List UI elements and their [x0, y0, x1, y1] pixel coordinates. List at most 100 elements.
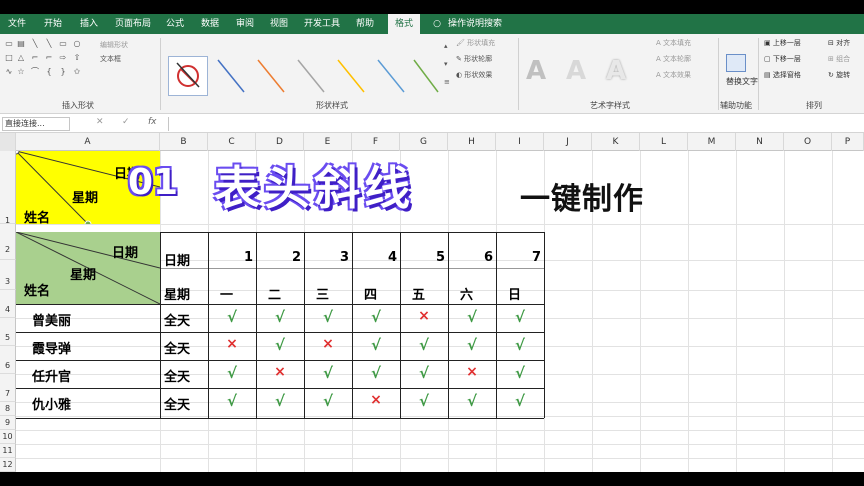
check-mark[interactable]: √: [496, 336, 544, 354]
shape-outline-button[interactable]: ✎ 形状轮廓: [456, 54, 492, 64]
edit-shape-button[interactable]: 编辑形状: [100, 40, 128, 50]
brace-shape-icon[interactable]: }: [58, 68, 68, 76]
row-header[interactable]: 6: [0, 346, 16, 374]
tab-home[interactable]: 开始: [38, 14, 68, 34]
cell-week-label[interactable]: 星期: [164, 284, 190, 303]
check-mark[interactable]: √: [400, 364, 448, 382]
line-shape-icon[interactable]: ╲: [30, 40, 40, 48]
tab-page-layout[interactable]: 页面布局: [108, 14, 158, 34]
cell-weekday[interactable]: 四: [364, 284, 377, 303]
check-mark[interactable]: √: [496, 308, 544, 326]
cell-day[interactable]: 3: [340, 250, 349, 265]
check-mark[interactable]: √: [400, 392, 448, 410]
tab-formulas[interactable]: 公式: [160, 14, 190, 34]
row-header[interactable]: 3: [0, 260, 16, 290]
cross-mark[interactable]: ×: [208, 336, 256, 352]
check-mark[interactable]: √: [448, 336, 496, 354]
row-header[interactable]: 7: [0, 374, 16, 402]
check-mark[interactable]: √: [448, 308, 496, 326]
row-header[interactable]: 5: [0, 318, 16, 346]
selection-pane-button[interactable]: ▤ 选择窗格: [764, 70, 801, 80]
rectangle-shape-icon[interactable]: ▭: [4, 40, 14, 48]
arrow-shape-icon[interactable]: ⇨: [58, 54, 68, 62]
rect-shape-icon[interactable]: ▭: [58, 40, 68, 48]
column-header[interactable]: G: [400, 133, 448, 151]
column-header[interactable]: K: [592, 133, 640, 151]
cell-day[interactable]: 1: [244, 250, 253, 265]
column-header[interactable]: L: [640, 133, 688, 151]
cell-weekday[interactable]: 二: [268, 284, 281, 303]
check-mark[interactable]: √: [256, 308, 304, 326]
column-header[interactable]: D: [256, 133, 304, 151]
shape-style-selected[interactable]: [168, 56, 208, 96]
text-outline-button[interactable]: A 文本轮廓: [656, 54, 691, 64]
cell-weekday[interactable]: 一: [220, 284, 233, 303]
bring-forward-button[interactable]: ▣ 上移一层: [764, 38, 801, 48]
row-header[interactable]: 10: [0, 430, 16, 444]
arc-shape-icon[interactable]: ⌒: [30, 68, 40, 76]
star-shape-icon[interactable]: ☆: [16, 68, 26, 76]
cell-shift-type[interactable]: 全天: [164, 310, 190, 329]
check-mark[interactable]: √: [496, 364, 544, 382]
tell-me-search[interactable]: 操作说明搜索: [448, 14, 518, 34]
line-shape-icon[interactable]: ╲: [44, 40, 54, 48]
select-all-corner[interactable]: [0, 133, 16, 151]
tab-format[interactable]: 格式: [388, 14, 420, 34]
row-header[interactable]: 11: [0, 444, 16, 458]
text-fill-button[interactable]: A 文本填充: [656, 38, 691, 48]
wordart-style-3[interactable]: A: [606, 56, 626, 86]
row-header[interactable]: 1: [0, 151, 16, 225]
cell-weekday[interactable]: 五: [412, 284, 425, 303]
cross-mark[interactable]: ×: [256, 364, 304, 380]
check-mark[interactable]: √: [304, 392, 352, 410]
rotate-button[interactable]: ↻ 旋转: [828, 70, 850, 80]
tab-file[interactable]: 文件: [2, 14, 32, 34]
column-header[interactable]: F: [352, 133, 400, 151]
insert-function-icon[interactable]: fx: [148, 117, 157, 127]
rect-shape-icon[interactable]: □: [4, 54, 14, 62]
row-header[interactable]: 2: [0, 224, 16, 260]
check-mark[interactable]: √: [304, 364, 352, 382]
text-effects-button[interactable]: A 文本效果: [656, 70, 691, 80]
curve-shape-icon[interactable]: ∿: [4, 68, 14, 76]
column-header[interactable]: M: [688, 133, 736, 151]
formula-input[interactable]: [168, 117, 862, 131]
check-mark[interactable]: √: [208, 364, 256, 382]
cross-mark[interactable]: ×: [304, 336, 352, 352]
cell-weekday[interactable]: 三: [316, 284, 329, 303]
text-box-button[interactable]: 文本框: [100, 54, 121, 64]
cell-shift-type[interactable]: 全天: [164, 366, 190, 385]
cancel-icon[interactable]: ✕: [96, 117, 104, 127]
shape-fill-button[interactable]: 🖌 形状填充: [456, 38, 495, 48]
cell-person-name[interactable]: 仇小雅: [16, 394, 146, 413]
cell-day[interactable]: 2: [292, 250, 301, 265]
cross-mark[interactable]: ×: [448, 364, 496, 380]
gallery-scroll-icon[interactable]: ▴: [444, 42, 448, 50]
gallery-more-icon[interactable]: ≡: [444, 78, 450, 86]
cell-day[interactable]: 6: [484, 250, 493, 265]
align-button[interactable]: ⊟ 对齐: [828, 38, 850, 48]
cross-mark[interactable]: ×: [352, 392, 400, 408]
ellipse-shape-icon[interactable]: ○: [72, 40, 82, 48]
triangle-shape-icon[interactable]: △: [16, 54, 26, 62]
row-header[interactable]: 12: [0, 458, 16, 472]
cell-shift-type[interactable]: 全天: [164, 338, 190, 357]
column-header[interactable]: A: [16, 133, 160, 151]
row-header[interactable]: 8: [0, 402, 16, 416]
line-shape-icon[interactable]: ⌐: [30, 54, 40, 62]
row-header[interactable]: 4: [0, 290, 16, 318]
group-button[interactable]: ⊞ 组合: [828, 54, 850, 64]
column-header[interactable]: J: [544, 133, 592, 151]
column-header[interactable]: H: [448, 133, 496, 151]
tab-review[interactable]: 审阅: [230, 14, 260, 34]
tab-data[interactable]: 数据: [195, 14, 225, 34]
shape-style-gallery[interactable]: [214, 56, 440, 96]
textbox-shape-icon[interactable]: ▤: [16, 40, 26, 48]
cell-shift-type[interactable]: 全天: [164, 394, 190, 413]
cell-person-name[interactable]: 曾美丽: [16, 310, 146, 329]
cell-weekday[interactable]: 六: [460, 284, 473, 303]
check-mark[interactable]: √: [256, 392, 304, 410]
arrow-shape-icon[interactable]: ⇧: [72, 54, 82, 62]
check-mark[interactable]: √: [208, 392, 256, 410]
tab-insert[interactable]: 插入: [74, 14, 104, 34]
